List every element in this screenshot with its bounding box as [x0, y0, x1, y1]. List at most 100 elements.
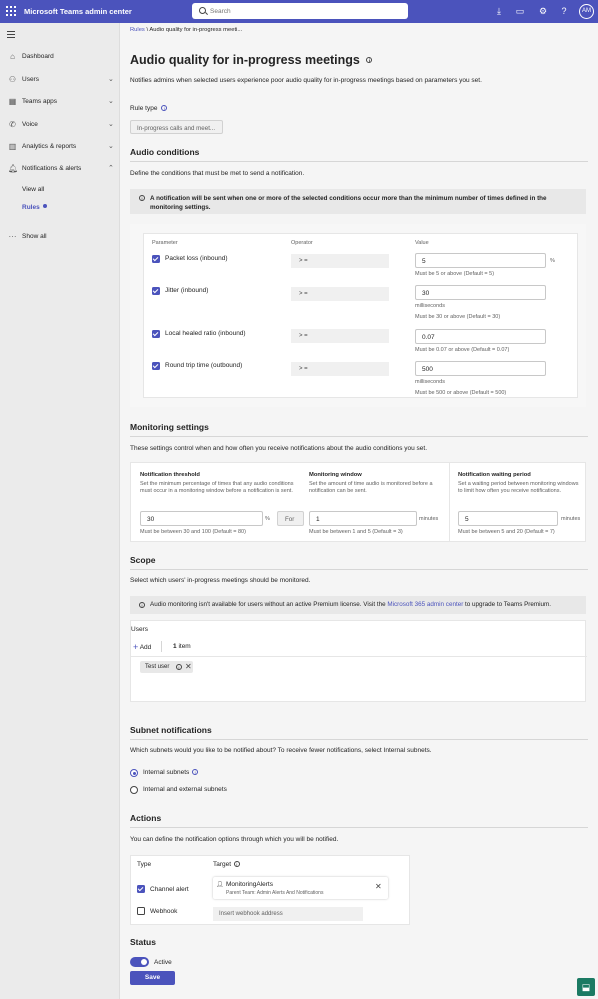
local-healed-ratio-checkbox[interactable] — [152, 330, 160, 338]
nav-item-teams-apps[interactable]: ▦ Teams apps ⌄ — [0, 95, 120, 109]
divider — [161, 641, 162, 652]
help-icon[interactable]: ? — [558, 5, 570, 17]
search-input[interactable] — [210, 6, 400, 16]
scope-info-banner: i Audio monitoring isn't available for u… — [130, 596, 586, 614]
close-icon[interactable]: ✕ — [375, 882, 382, 891]
window-title: Monitoring window — [309, 472, 362, 478]
divider — [131, 656, 587, 657]
divider — [130, 569, 588, 570]
active-label: Active — [154, 959, 172, 966]
hint-text: Must be 5 or above (Default = 5) — [415, 271, 495, 277]
threshold-title: Notification threshold — [140, 472, 200, 478]
monitoring-window-input[interactable]: 1 — [309, 511, 417, 526]
nav-item-dashboard[interactable]: ⌂ Dashboard — [0, 50, 120, 64]
scope-heading: Scope — [130, 555, 156, 565]
waiting-period-title: Notification waiting period — [458, 472, 531, 478]
users-label: Users — [131, 626, 148, 633]
add-user-button[interactable]: + Add — [133, 642, 151, 652]
unit-label: minutes — [419, 516, 439, 522]
divider — [130, 827, 588, 828]
nav-subitem-view-all[interactable]: View all — [22, 186, 44, 193]
channel-alert-checkbox[interactable] — [137, 885, 145, 893]
unit-label: % — [265, 516, 270, 522]
message-icon[interactable]: ▭ — [514, 5, 526, 17]
waiting-period-input[interactable]: 5 — [458, 511, 558, 526]
unit-label: minutes — [561, 516, 581, 522]
internal-subnets-radio[interactable] — [130, 769, 138, 777]
for-label-box: For — [277, 511, 304, 526]
nav-item-users[interactable]: ⚇ Users ⌄ — [0, 73, 120, 87]
hamburger-icon[interactable] — [7, 31, 15, 38]
hint-text: Must be 0.07 or above (Default = 0.07) — [415, 347, 510, 353]
packet-loss-checkbox[interactable] — [152, 255, 160, 263]
audio-conditions-table: Parameter Operator Value Packet loss (in… — [143, 233, 578, 398]
internal-external-subnets-label: Internal and external subnets — [143, 786, 227, 793]
rule-type-label: Rule type i — [130, 105, 168, 112]
user-chip[interactable]: Test user i ✕ — [140, 661, 193, 673]
jitter-checkbox[interactable] — [152, 287, 160, 295]
page-title: Audio quality for in-progress meetings i — [130, 53, 373, 67]
webhook-checkbox[interactable] — [137, 907, 145, 915]
parameter-label: Round trip time (outbound) — [165, 362, 243, 369]
feedback-icon[interactable]: ⬓ — [577, 978, 595, 996]
column-header-type: Type — [137, 861, 152, 868]
subnet-notifications-heading: Subnet notifications — [130, 725, 212, 735]
monitoring-settings-heading: Monitoring settings — [130, 422, 209, 432]
left-navigation: ⌂ Dashboard ⚇ Users ⌄ ▦ Teams apps ⌄ ✆ V… — [0, 23, 120, 999]
active-toggle[interactable] — [130, 957, 149, 967]
audio-conditions-heading: Audio conditions — [130, 147, 200, 157]
operator-field: > = — [291, 254, 389, 268]
round-trip-time-input[interactable]: 500 — [415, 361, 546, 376]
search-box[interactable] — [192, 3, 408, 19]
chevron-down-icon: ⌄ — [108, 143, 114, 150]
chevron-down-icon: ⌄ — [108, 98, 114, 105]
chart-icon: ▥ — [8, 142, 17, 151]
target-channel-card[interactable]: 👤︎ MonitoringAlerts Parent Team: Admin A… — [213, 877, 388, 899]
avatar[interactable]: AM — [579, 4, 594, 19]
operator-field: > = — [291, 287, 389, 301]
save-button[interactable]: Save — [130, 971, 175, 985]
divider — [130, 161, 588, 162]
jitter-input[interactable]: 30 — [415, 285, 546, 300]
monitoring-settings-description: These settings control when and how ofte… — [130, 445, 428, 452]
monitoring-settings-panel: Notification threshold Set the minimum p… — [130, 462, 586, 542]
info-icon: i — [139, 195, 145, 201]
local-healed-ratio-input[interactable]: 0.07 — [415, 329, 546, 344]
nav-item-show-all[interactable]: ··· Show all — [0, 230, 120, 244]
hint-text: Must be between 30 and 100 (Default = 80… — [140, 529, 246, 535]
gear-icon[interactable]: ⚙ — [537, 5, 549, 17]
rule-type-field: In-progress calls and meet... — [130, 120, 223, 134]
info-icon[interactable]: i — [176, 664, 182, 670]
info-icon[interactable]: i — [233, 861, 240, 867]
download-icon[interactable]: ⤓ — [493, 5, 505, 17]
more-icon: ··· — [8, 232, 17, 241]
users-icon: ⚇ — [8, 75, 17, 84]
packet-loss-input[interactable]: 5 — [415, 253, 546, 268]
remove-user-icon[interactable]: ✕ — [185, 662, 192, 671]
home-icon: ⌂ — [10, 52, 15, 61]
waiting-period-description: Set a waiting period between monitoring … — [458, 481, 579, 494]
app-launcher-icon[interactable] — [6, 6, 16, 16]
divider — [130, 739, 588, 740]
divider — [449, 463, 450, 541]
nav-item-voice[interactable]: ✆ Voice ⌄ — [0, 118, 120, 132]
internal-external-subnets-radio[interactable] — [130, 786, 138, 794]
info-icon: i — [139, 602, 145, 608]
nav-item-analytics-reports[interactable]: ▥ Analytics & reports ⌄ — [0, 140, 120, 154]
microsoft-365-admin-center-link[interactable]: Microsoft 365 admin center — [387, 601, 463, 608]
users-panel: Users + Add 1 item Test user i ✕ — [130, 620, 587, 702]
hint-text: Must be 30 or above (Default = 30) — [415, 314, 501, 320]
audio-conditions-description: Define the conditions that must be met t… — [130, 170, 305, 177]
nav-subitem-rules[interactable]: Rules — [22, 204, 47, 211]
webhook-address-input[interactable]: Insert webhook address — [213, 907, 363, 921]
info-icon[interactable]: i — [366, 57, 373, 63]
hint-text: Must be between 5 and 20 (Default = 7) — [458, 529, 555, 535]
threshold-input[interactable]: 30 — [140, 511, 263, 526]
breadcrumb-rules-link[interactable]: Rules — [130, 27, 145, 33]
round-trip-time-checkbox[interactable] — [152, 362, 160, 370]
unit-label: % — [550, 258, 555, 264]
nav-item-notifications-alerts[interactable]: 🔔︎ Notifications & alerts ⌃ — [0, 162, 120, 176]
info-icon[interactable]: i — [192, 769, 199, 775]
scope-description: Select which users' in-progress meetings… — [130, 577, 311, 584]
info-icon[interactable]: i — [161, 105, 168, 111]
